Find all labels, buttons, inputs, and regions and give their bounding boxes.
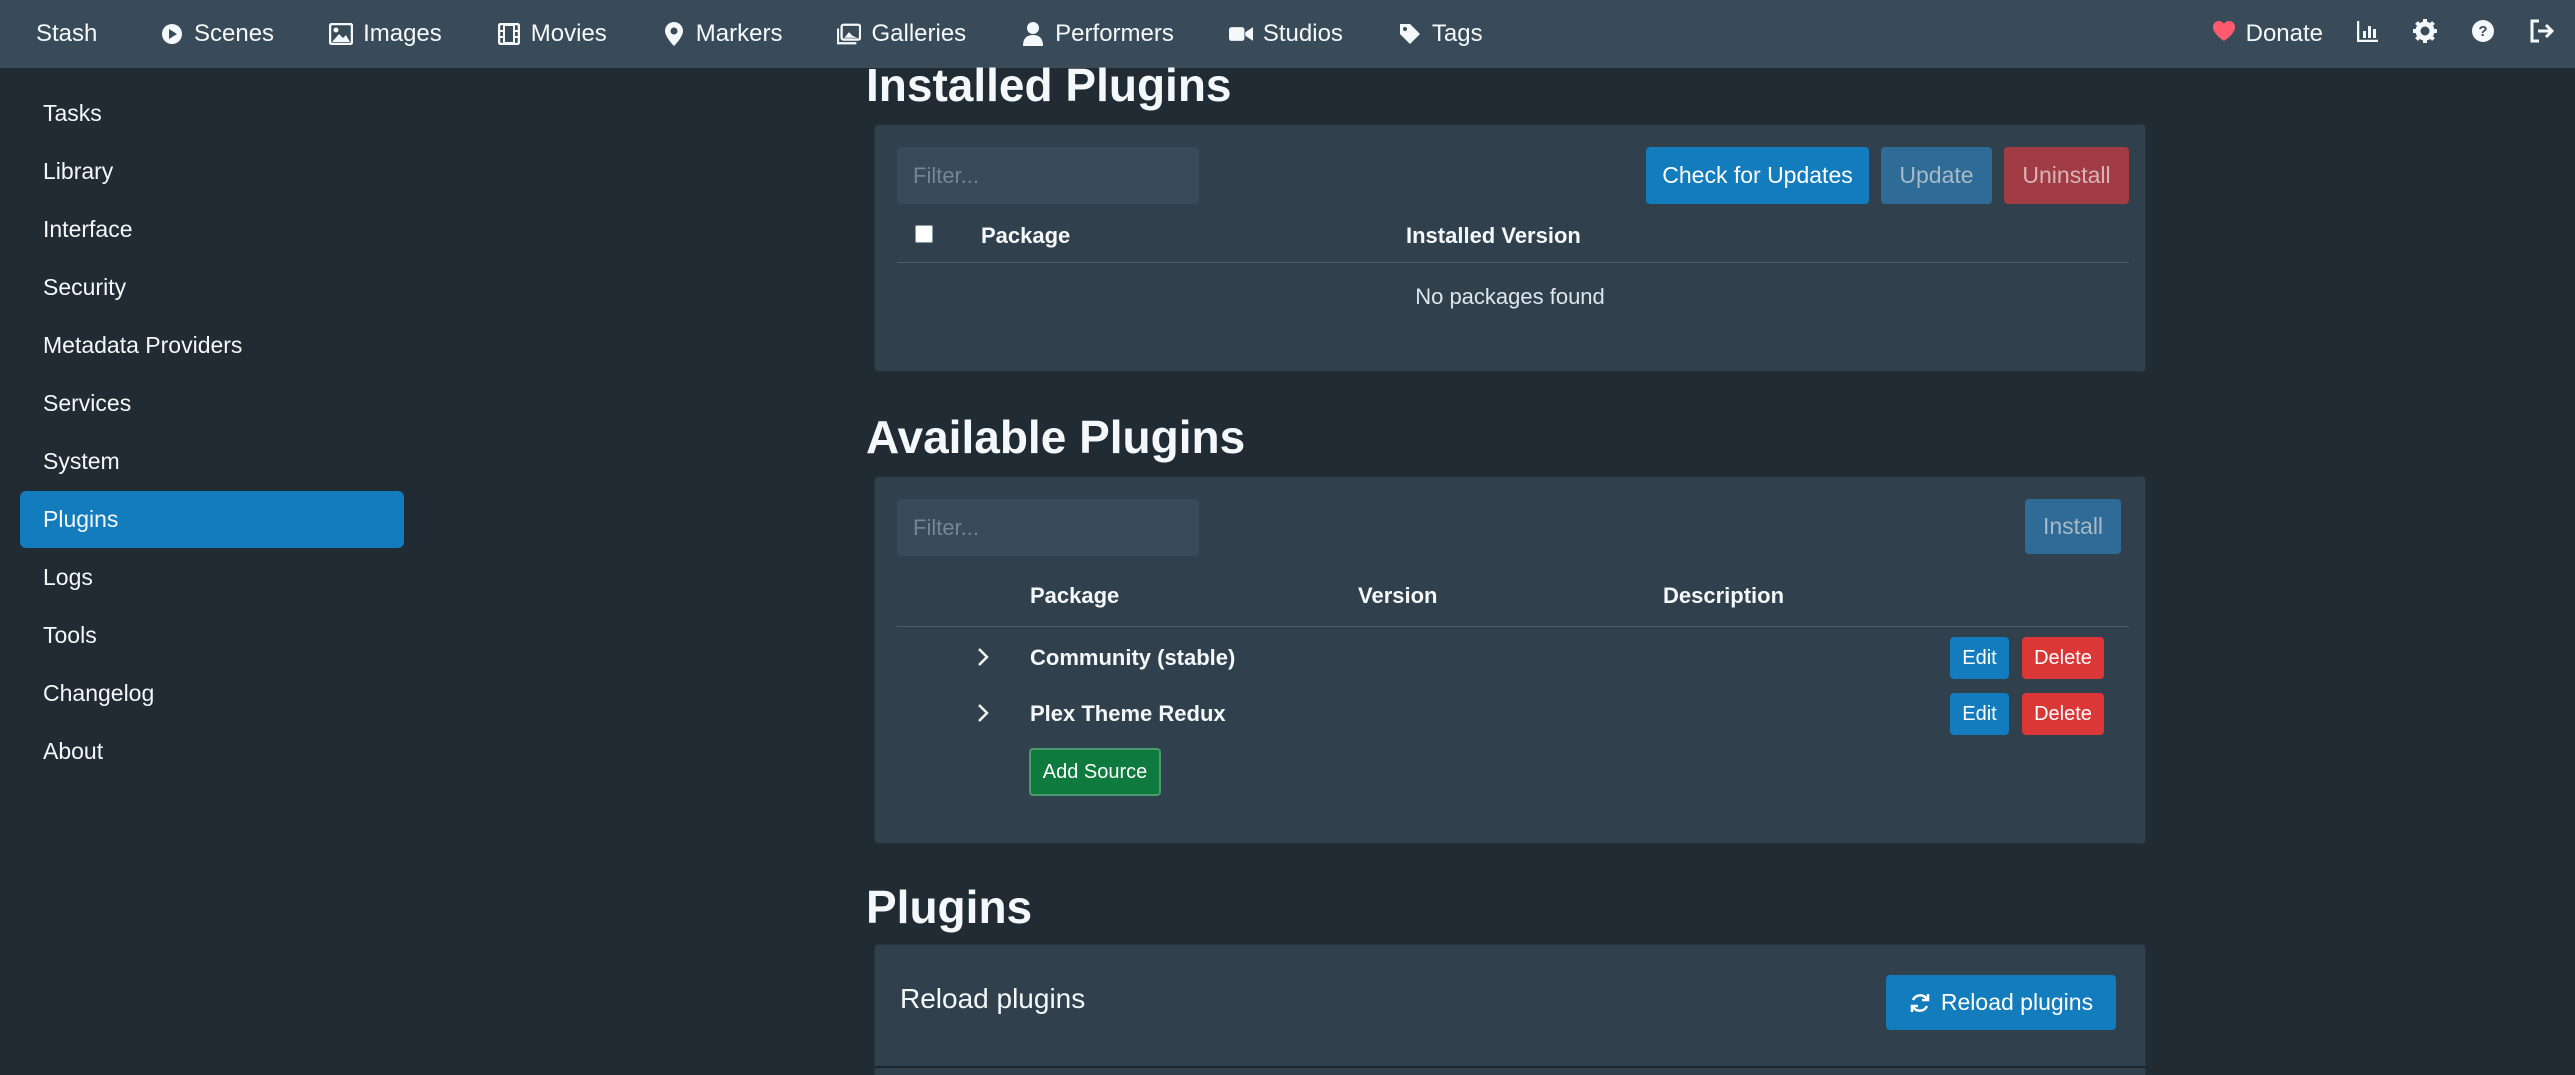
delete-source-button[interactable]: Delete [2022,637,2104,679]
expand-chevron-icon[interactable] [973,645,993,669]
installed-header-divider [897,262,2129,263]
images-icon [837,22,862,46]
film-icon [497,22,521,46]
play-circle-icon [160,22,184,46]
no-packages-message: No packages found [1415,284,1605,309]
sidebar-item-metadata-providers[interactable]: Metadata Providers [20,317,404,374]
source-name: Plex Theme Redux [1030,701,1226,726]
update-button[interactable]: Update [1881,147,1992,204]
available-plugins-card: Install Package Version Description Comm… [874,476,2146,844]
edit-source-button[interactable]: Edit [1950,693,2009,735]
nav-galleries-label: Galleries [871,20,967,47]
plugins-card-divider [875,1066,2147,1068]
reload-plugins-label: Reload plugins [900,983,1086,1014]
sidebar-item-tools[interactable]: Tools [20,607,404,664]
reload-plugins-button-label: Reload plugins [1940,989,2094,1015]
available-col-description: Description [1663,583,1785,608]
logout-button[interactable] [2529,19,2555,50]
expand-chevron-icon[interactable] [973,701,993,725]
help-button[interactable]: ? [2471,19,2495,50]
nav-studios[interactable]: Studios [1228,20,1343,48]
installed-col-package: Package [981,223,1071,248]
svg-text:?: ? [2478,23,2487,40]
brand-link[interactable]: Stash [36,0,97,68]
check-updates-button[interactable]: Check for Updates [1646,147,1869,204]
heart-icon [2212,20,2236,49]
available-col-version: Version [1358,583,1438,608]
nav-images-label: Images [363,20,442,47]
available-filter-input[interactable] [897,499,1199,556]
sidebar-item-system[interactable]: System [20,433,404,490]
chart-icon [2356,20,2379,49]
plugins-card: Reload plugins Reload plugins [874,944,2147,1075]
plugins-title: Plugins [866,881,1033,933]
nav-scenes[interactable]: Scenes [160,20,274,48]
video-icon [1228,22,1253,46]
top-navbar: Stash Scenes Images Movies Markers Galle… [0,0,2575,68]
logout-icon [2529,19,2555,50]
donate-button[interactable]: Donate [2212,20,2323,49]
nav-tags[interactable]: Tags [1398,20,1483,48]
map-marker-icon [662,22,686,46]
sidebar-item-services[interactable]: Services [20,375,404,432]
main-nav: Scenes Images Movies Markers Galleries P… [160,0,1538,68]
source-name: Community (stable) [1030,645,1236,670]
nav-performers-label: Performers [1055,20,1174,47]
delete-source-button[interactable]: Delete [2022,693,2104,735]
tag-icon [1398,22,1422,46]
installed-col-version: Installed Version [1406,223,1581,248]
reload-plugins-button[interactable]: Reload plugins [1886,975,2116,1030]
sidebar-item-changelog[interactable]: Changelog [20,665,404,722]
sidebar-item-security[interactable]: Security [20,259,404,316]
sidebar-item-about[interactable]: About [20,723,404,780]
nav-scenes-label: Scenes [194,20,275,47]
refresh-icon [1909,992,1931,1014]
installed-plugins-card: Check for Updates Update Uninstall Packa… [874,124,2146,372]
stats-button[interactable] [2356,20,2379,49]
nav-galleries[interactable]: Galleries [837,20,966,48]
available-header-divider [897,626,2129,627]
installed-filter-input[interactable] [897,147,1199,204]
nav-images[interactable]: Images [329,20,442,48]
nav-movies[interactable]: Movies [497,20,607,48]
nav-performers[interactable]: Performers [1021,20,1174,48]
nav-studios-label: Studios [1262,20,1343,47]
nav-right: Donate ? [2178,0,2555,68]
nav-markers-label: Markers [695,20,783,47]
installed-plugins-title: Installed Plugins [866,59,1232,111]
available-col-package: Package [1030,583,1120,608]
select-all-checkbox[interactable] [915,225,933,243]
sidebar-item-plugins[interactable]: Plugins [20,491,404,548]
help-icon: ? [2471,19,2495,50]
install-button[interactable]: Install [2025,499,2121,554]
uninstall-button[interactable]: Uninstall [2004,147,2129,204]
image-icon [329,22,354,46]
settings-sidebar: Tasks Library Interface Security Metadat… [20,85,404,781]
edit-source-button[interactable]: Edit [1950,637,2009,679]
sidebar-item-logs[interactable]: Logs [20,549,404,606]
nav-markers[interactable]: Markers [662,20,783,48]
gear-icon [2413,18,2437,50]
sidebar-item-interface[interactable]: Interface [20,201,404,258]
nav-tags-label: Tags [1431,20,1483,47]
sidebar-item-tasks[interactable]: Tasks [20,85,404,142]
sidebar-item-library[interactable]: Library [20,143,404,200]
nav-movies-label: Movies [530,20,607,47]
add-source-button[interactable]: Add Source [1029,748,1161,796]
settings-button[interactable] [2413,18,2437,50]
available-plugins-title: Available Plugins [866,411,1246,463]
user-icon [1021,22,1045,46]
donate-label: Donate [2245,20,2323,47]
